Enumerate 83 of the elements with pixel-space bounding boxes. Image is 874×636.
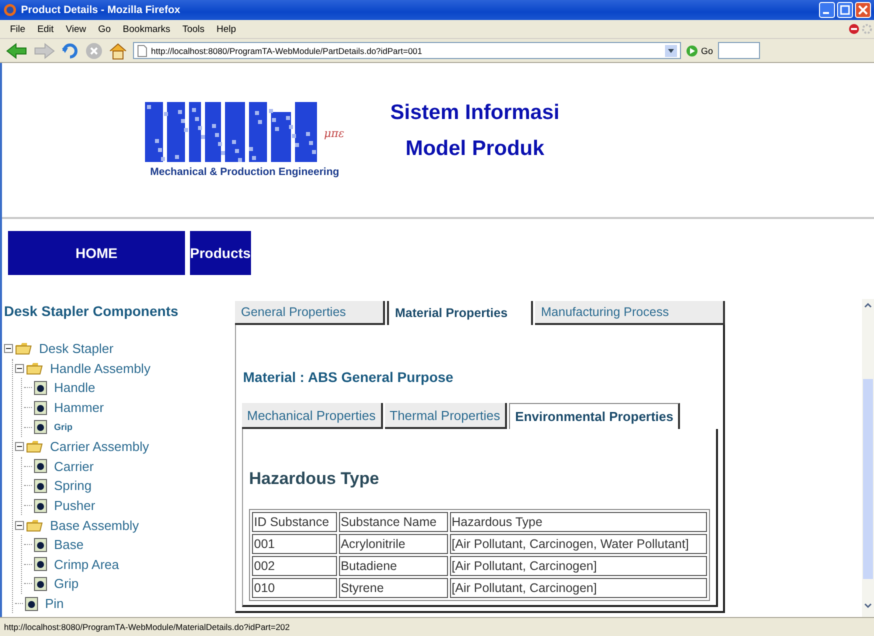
tab[interactable]: General Properties [235, 301, 385, 325]
part-icon [25, 596, 39, 611]
table-cell: [Air Pollutant, Carcinogen] [450, 578, 707, 598]
close-button[interactable] [855, 2, 871, 18]
tree-item[interactable]: Pin [45, 596, 64, 612]
table-cell: Styrene [338, 578, 448, 598]
tab[interactable]: Manufacturing Process [535, 301, 725, 325]
logo-caption: Mechanical & Production Engineering [150, 166, 340, 178]
tree-item[interactable]: Handle [54, 380, 96, 396]
part-icon [34, 420, 48, 434]
part-icon [34, 478, 48, 493]
back-button[interactable] [6, 42, 28, 60]
tree-item[interactable]: Pusher [54, 498, 96, 514]
part-icon [34, 576, 48, 591]
site-title: Model Produk [405, 137, 544, 161]
tree-item[interactable]: Desk Stapler [39, 341, 114, 356]
table-cell: Acrylonitrile [338, 534, 448, 554]
table-cell: Butadiene [338, 556, 448, 576]
address-field[interactable]: http://localhost:8080/ProgramTA-WebModule/PartDetails.do?idPart=001 [133, 42, 681, 59]
menu-item[interactable]: View [60, 24, 92, 34]
menu-item[interactable]: Go [92, 24, 117, 34]
dropdown-icon[interactable] [665, 44, 677, 56]
app-icon [3, 3, 17, 17]
menu-item[interactable]: Bookmarks [116, 24, 176, 34]
tree-item[interactable]: Carrier Assembly [50, 439, 149, 454]
tree-item[interactable]: Carrier [54, 458, 94, 474]
sidebar-title: Desk Stapler Components [4, 303, 180, 319]
tree-item[interactable]: Spring [54, 478, 92, 494]
home-button[interactable] [108, 42, 128, 60]
table-cell: [Air Pollutant, Carcinogen] [450, 556, 707, 576]
logo-mark: μπε [324, 126, 344, 140]
tree-item[interactable]: Hammer [54, 400, 104, 416]
stop-icon [848, 23, 860, 35]
table-cell: 001 [252, 534, 337, 554]
section-title: Hazardous Type [249, 468, 380, 490]
folder-icon [26, 440, 44, 454]
menu-item[interactable]: Tools [176, 24, 210, 34]
collapse-icon[interactable] [15, 520, 24, 530]
menu-item[interactable]: File [4, 24, 32, 34]
part-icon [34, 459, 48, 474]
tab[interactable]: Material Properties [387, 301, 533, 325]
part-icon [34, 400, 48, 415]
tree-item[interactable]: Handle Assembly [50, 360, 150, 376]
nav-button[interactable]: Products [190, 231, 251, 275]
column-header: ID Substance [252, 512, 337, 532]
page-icon [137, 44, 147, 56]
menu-item[interactable]: Edit [31, 24, 60, 34]
material-title: Material : ABS General Purpose [242, 368, 454, 387]
folder-icon [26, 362, 44, 375]
tab[interactable]: Thermal Properties [384, 403, 508, 429]
tab[interactable]: Environmental Properties [509, 403, 680, 429]
scrollbar[interactable] [862, 299, 874, 617]
table-cell: 010 [252, 578, 337, 598]
site-title: Sistem Informasi [390, 101, 560, 125]
column-header: Hazardous Type [450, 512, 707, 532]
collapse-icon[interactable] [15, 364, 24, 373]
column-header: Substance Name [338, 512, 448, 532]
folder-icon [15, 342, 33, 356]
tree-item[interactable]: Base Assembly [50, 518, 139, 533]
window-title: Product Details - Mozilla Firefox [21, 4, 182, 16]
tree-item[interactable]: Grip [54, 422, 73, 432]
nav-button[interactable]: HOME [8, 231, 185, 275]
throbber-icon [860, 23, 874, 35]
part-icon [34, 380, 48, 395]
tree-item[interactable]: Crimp Area [54, 556, 120, 572]
tree-item[interactable]: Base [54, 537, 84, 552]
go-button[interactable]: Go [686, 44, 714, 56]
folder-icon [26, 518, 44, 532]
menu-item[interactable]: Help [210, 24, 242, 34]
table-cell: [Air Pollutant, Carcinogen, Water Pollutant] [450, 534, 707, 554]
part-icon [34, 538, 48, 552]
maximize-button[interactable] [837, 2, 853, 18]
status-text: http://localhost:8080/ProgramTA-WebModule/MaterialDetails.do?idPart=202 [4, 622, 290, 632]
minimize-button[interactable] [819, 2, 835, 18]
part-icon [34, 557, 48, 572]
part-icon [34, 498, 48, 513]
table-cell: 002 [252, 556, 337, 576]
collapse-icon[interactable] [15, 442, 24, 452]
tree-item[interactable]: Grip [54, 576, 79, 592]
collapse-icon[interactable] [4, 344, 13, 354]
search-field[interactable] [718, 42, 760, 59]
tab[interactable]: Mechanical Properties [242, 403, 383, 429]
reload-button[interactable] [60, 42, 80, 60]
